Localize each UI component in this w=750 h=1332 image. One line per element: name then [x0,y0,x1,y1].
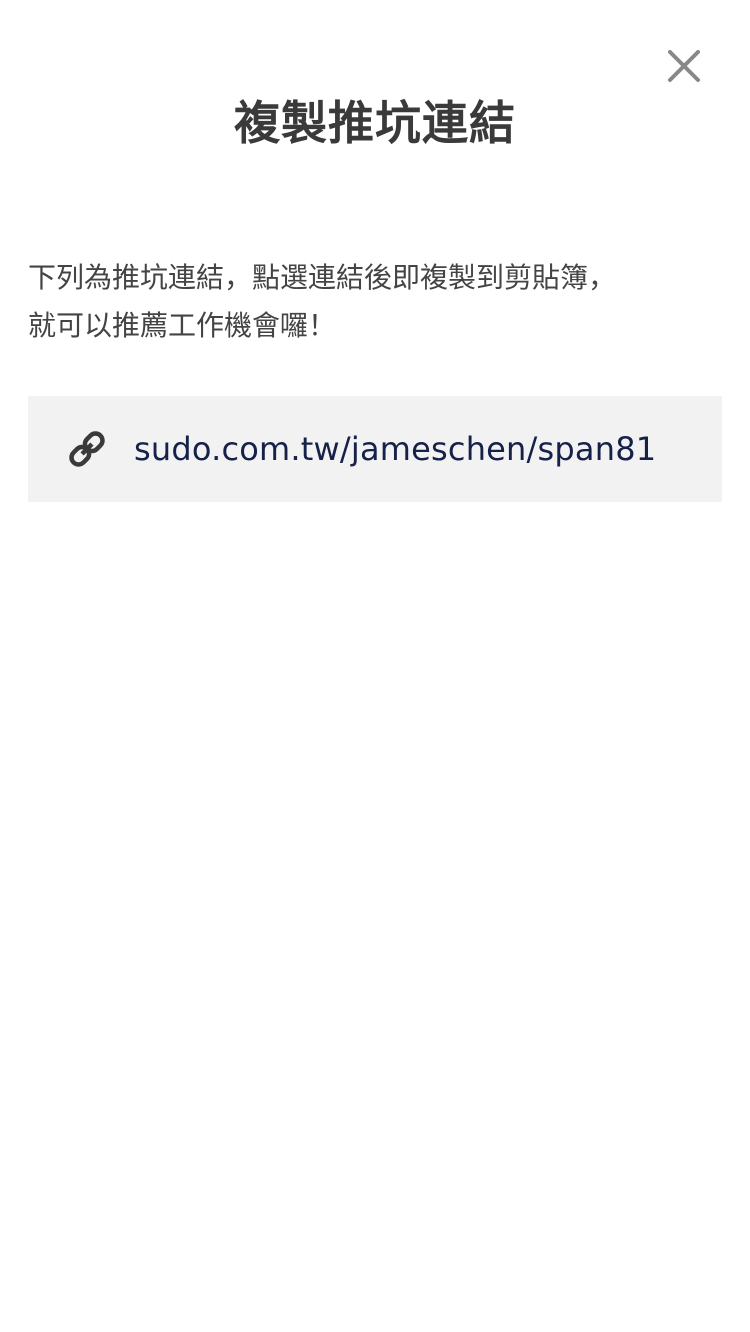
referral-link-url: sudo.com.tw/jameschen/span81 [134,430,657,468]
dialog-title: 複製推坑連結 [234,96,516,150]
copy-link-button[interactable]: sudo.com.tw/jameschen/span81 [28,396,722,502]
description-line-2: 就可以推薦工作機會囉！ [28,309,337,342]
description-line-1: 下列為推坑連結，點選連結後即複製到剪貼簿， [28,261,617,294]
share-link-dialog: 複製推坑連結 下列為推坑連結，點選連結後即複製到剪貼簿， 就可以推薦工作機會囉！… [0,0,750,1332]
dialog-description: 下列為推坑連結，點選連結後即複製到剪貼簿， 就可以推薦工作機會囉！ [28,254,722,350]
chain-link-icon [66,428,108,470]
close-icon [668,50,700,82]
close-button[interactable] [660,42,708,90]
